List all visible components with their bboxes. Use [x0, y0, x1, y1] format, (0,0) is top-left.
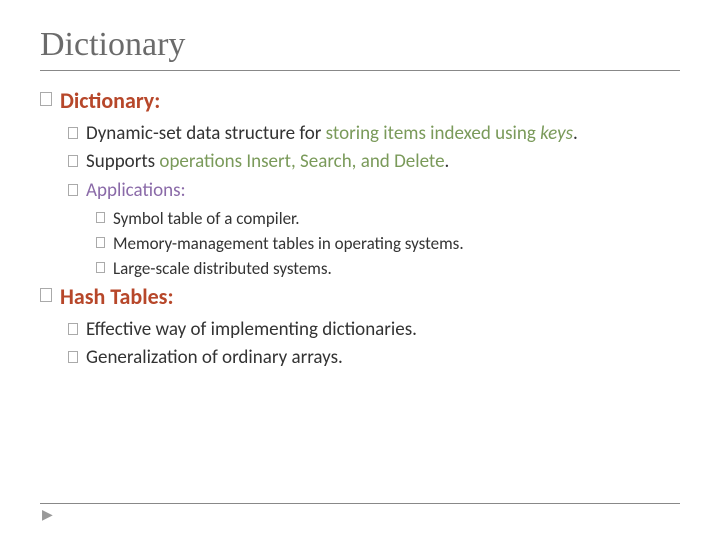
bullet-marker-icon — [96, 212, 105, 223]
footer-divider — [40, 503, 680, 504]
bullet-text: Effective way of implementing dictionari… — [86, 318, 417, 343]
bullet-marker-icon — [68, 351, 78, 363]
bullet-text: Supports operations Insert, Search, and … — [86, 150, 449, 175]
text-plain: . — [573, 122, 578, 145]
text-plain: Supports — [86, 150, 159, 173]
bullet-level3: Symbol table of a compiler. — [96, 208, 680, 230]
bullet-level2: Generalization of ordinary arrays. — [68, 346, 680, 371]
bullet-level2: Supports operations Insert, Search, and … — [68, 150, 680, 175]
text-accent-green: operations Insert, Search, and Delete — [159, 150, 444, 173]
slide: Dictionary Dictionary: Dynamic-set data … — [0, 0, 720, 371]
text-accent-green-italic: keys — [540, 122, 573, 145]
bullet-text: Memory-management tables in operating sy… — [113, 233, 464, 255]
bullet-level3: Large-scale distributed systems. — [96, 258, 680, 280]
bullet-level2: Dynamic-set data structure for storing i… — [68, 122, 680, 147]
text-plain: Dynamic-set data structure for — [86, 122, 326, 145]
bullet-marker-icon — [96, 237, 105, 248]
text-accent-purple: Applications: — [86, 179, 186, 204]
bullet-text: Generalization of ordinary arrays. — [86, 346, 343, 371]
bullet-level1: Hash Tables: — [40, 283, 680, 312]
bullet-level2: Applications: — [68, 179, 680, 204]
section-heading: Dictionary: — [60, 87, 160, 116]
play-arrow-icon: ▶ — [42, 507, 53, 524]
bullet-level2: Effective way of implementing dictionari… — [68, 318, 680, 343]
bullet-text: Large-scale distributed systems. — [113, 258, 332, 280]
bullet-marker-icon — [40, 288, 52, 302]
bullet-marker-icon — [40, 92, 52, 106]
bullet-marker-icon — [68, 323, 78, 335]
bullet-level1: Dictionary: — [40, 87, 680, 116]
text-accent-green: storing items indexed using — [326, 122, 540, 145]
bullet-marker-icon — [68, 155, 78, 167]
slide-title: Dictionary — [40, 18, 680, 71]
bullet-marker-icon — [68, 127, 78, 139]
section-heading: Hash Tables: — [60, 283, 174, 312]
text-plain: . — [445, 150, 450, 173]
bullet-text: Symbol table of a compiler. — [113, 208, 300, 230]
bullet-level3: Memory-management tables in operating sy… — [96, 233, 680, 255]
bullet-marker-icon — [96, 262, 105, 273]
bullet-marker-icon — [68, 184, 78, 196]
bullet-text: Dynamic-set data structure for storing i… — [86, 122, 578, 147]
